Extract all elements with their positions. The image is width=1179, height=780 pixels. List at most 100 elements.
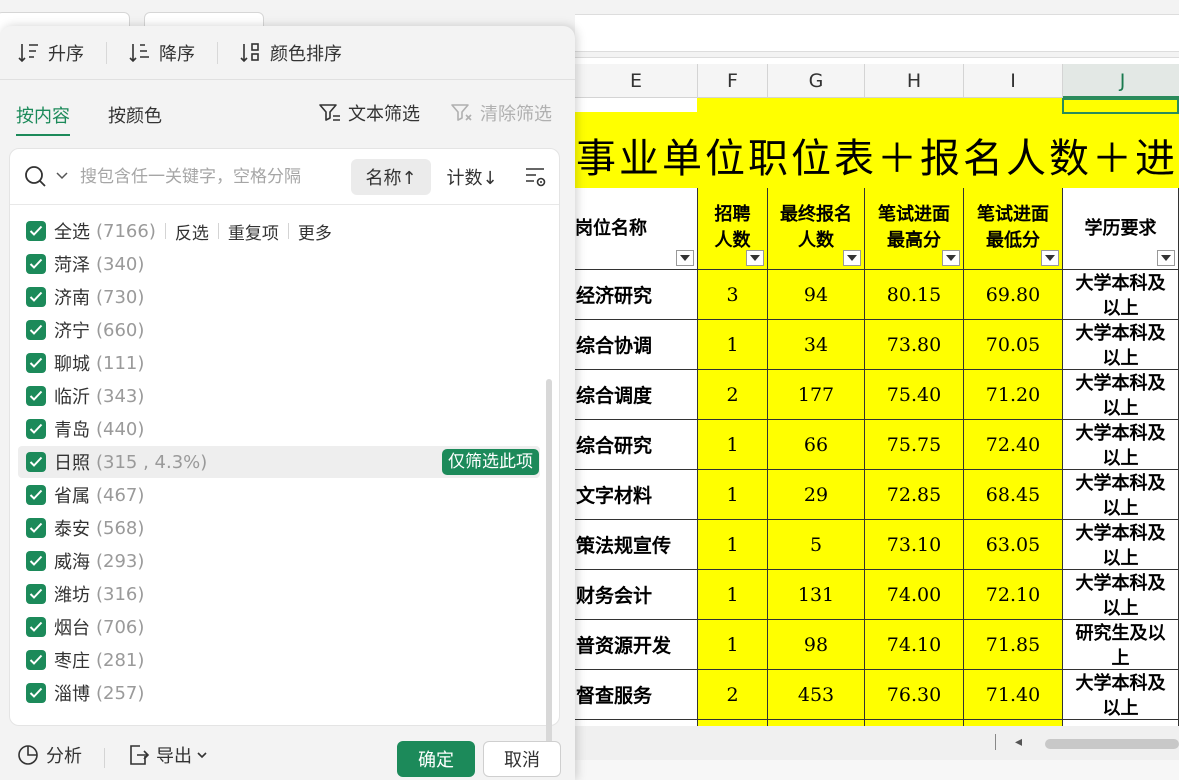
cell-max[interactable]: 75.40 xyxy=(865,370,964,420)
cell-recruit[interactable]: 1 xyxy=(698,420,768,470)
cell-recruit[interactable]: 2 xyxy=(698,370,768,420)
cell-recruit[interactable]: 1 xyxy=(698,520,768,570)
cell-min[interactable]: 71.40 xyxy=(964,670,1063,720)
cell-post-name[interactable]: 综合协调 xyxy=(575,320,698,370)
text-filter-button[interactable]: 文本筛选 xyxy=(318,100,420,126)
filter-item[interactable]: 烟台 (706) xyxy=(18,611,540,643)
checkbox-checked-icon[interactable] xyxy=(26,617,46,637)
selected-cell-j[interactable] xyxy=(1062,98,1179,114)
cell-max[interactable]: 75.75 xyxy=(865,420,964,470)
filter-item[interactable]: 青岛 (440) xyxy=(18,413,540,445)
column-header-g[interactable]: G xyxy=(768,64,865,98)
cell-education[interactable]: 大学本科及 以上 xyxy=(1063,470,1179,520)
header-cell-edu[interactable]: 学历要求 xyxy=(1063,188,1179,270)
checkbox-checked-icon[interactable] xyxy=(26,353,46,373)
cell-max[interactable]: 74.10 xyxy=(865,620,964,670)
checkbox-checked-icon[interactable] xyxy=(26,287,46,307)
list-settings-icon[interactable] xyxy=(524,165,548,189)
cell-min[interactable]: 71.85 xyxy=(964,620,1063,670)
select-all-row[interactable]: 全选 (7166) 反选 重复项 更多 xyxy=(18,215,540,247)
header-cell-recruit[interactable]: 招聘 人数 xyxy=(698,188,768,270)
checkbox-checked-icon[interactable] xyxy=(26,518,46,538)
tab-by-content[interactable]: 按内容 xyxy=(16,102,70,136)
column-header-j[interactable]: J xyxy=(1063,64,1179,98)
cell-min[interactable]: 69.80 xyxy=(964,270,1063,320)
cell-applicants[interactable]: 453 xyxy=(768,670,865,720)
cell-applicants[interactable]: 177 xyxy=(768,370,865,420)
scroll-thumb[interactable] xyxy=(1045,739,1179,749)
checkbox-checked-icon[interactable] xyxy=(26,320,46,340)
cell-min[interactable]: 68.45 xyxy=(964,470,1063,520)
sort-by-count-button[interactable]: 计数↓ xyxy=(438,159,506,195)
cell-recruit[interactable]: 3 xyxy=(698,270,768,320)
cell-applicants[interactable]: 5 xyxy=(768,520,865,570)
cell-education[interactable]: 大学本科及 以上 xyxy=(1063,570,1179,620)
filter-dropdown-icon[interactable] xyxy=(676,250,694,266)
search-icon[interactable] xyxy=(24,165,48,189)
checkbox-checked-icon[interactable] xyxy=(26,650,46,670)
cancel-button[interactable]: 取消 xyxy=(483,741,561,777)
tab-by-color[interactable]: 按颜色 xyxy=(108,102,162,128)
filter-item[interactable]: 淄博 (257) xyxy=(18,677,540,709)
checkbox-checked-icon[interactable] xyxy=(26,386,46,406)
cell-min[interactable]: 70.05 xyxy=(964,320,1063,370)
cell-max[interactable]: 72.85 xyxy=(865,470,964,520)
list-scrollbar[interactable] xyxy=(546,379,552,749)
filter-item[interactable]: 泰安 (568) xyxy=(18,512,540,544)
filter-item[interactable]: 济宁 (660) xyxy=(18,314,540,346)
cell-post-name[interactable]: 经济研究 xyxy=(575,270,698,320)
cell-applicants[interactable]: 29 xyxy=(768,470,865,520)
cell-education[interactable]: 大学本科及 以上 xyxy=(1063,370,1179,420)
cell-min[interactable]: 72.10 xyxy=(964,570,1063,620)
cell-post-name[interactable]: 策法规宣传 xyxy=(575,520,698,570)
filter-dropdown-icon[interactable] xyxy=(942,250,960,266)
cell-education[interactable]: 大学本科及 以上 xyxy=(1063,420,1179,470)
cell-max[interactable]: 73.10 xyxy=(865,520,964,570)
filter-item[interactable]: 济南 (730) xyxy=(18,281,540,313)
cell-post-name[interactable]: 综合调度 xyxy=(575,370,698,420)
cell-education[interactable]: 研究生及以上 xyxy=(1063,620,1179,670)
header-cell-applicants[interactable]: 最终报名 人数 xyxy=(768,188,865,270)
horizontal-scrollbar[interactable]: ◂ xyxy=(575,726,1179,760)
filter-item[interactable]: 临沂 (343) xyxy=(18,380,540,412)
search-input[interactable] xyxy=(80,162,330,192)
more-link[interactable]: 更多 xyxy=(298,219,332,244)
column-header-f[interactable]: F xyxy=(698,64,768,98)
duplicates-link[interactable]: 重复项 xyxy=(228,219,279,244)
column-header-e[interactable]: E xyxy=(575,64,698,98)
sort-by-name-button[interactable]: 名称↑ xyxy=(351,159,431,195)
cell-min[interactable]: 63.05 xyxy=(964,520,1063,570)
cell-max[interactable]: 73.80 xyxy=(865,320,964,370)
cell-post-name[interactable]: 文字材料 xyxy=(575,470,698,520)
checkbox-checked-icon[interactable] xyxy=(26,584,46,604)
cell-applicants[interactable]: 34 xyxy=(768,320,865,370)
cell-education[interactable]: 大学本科及 以上 xyxy=(1063,270,1179,320)
cell-max[interactable]: 74.00 xyxy=(865,570,964,620)
filter-item[interactable]: 潍坊 (316) xyxy=(18,578,540,610)
checkbox-checked-icon[interactable] xyxy=(26,221,46,241)
export-button[interactable]: 导出 xyxy=(126,742,214,768)
cell-applicants[interactable]: 98 xyxy=(768,620,865,670)
filter-item[interactable]: 菏泽 (340) xyxy=(18,248,540,280)
header-cell-min[interactable]: 笔试进面 最低分 xyxy=(964,188,1063,270)
filter-item[interactable]: 枣庄 (281) xyxy=(18,644,540,676)
blank-cell[interactable] xyxy=(575,98,697,112)
checkbox-checked-icon[interactable] xyxy=(26,452,46,472)
cell-education[interactable]: 大学本科及 以上 xyxy=(1063,670,1179,720)
filter-dropdown-icon[interactable] xyxy=(843,250,861,266)
chevron-down-icon[interactable] xyxy=(56,171,68,181)
checkbox-checked-icon[interactable] xyxy=(26,485,46,505)
cell-recruit[interactable]: 1 xyxy=(698,570,768,620)
filter-dropdown-icon[interactable] xyxy=(746,250,764,266)
cell-post-name[interactable]: 综合研究 xyxy=(575,420,698,470)
scroll-left-icon[interactable]: ◂ xyxy=(1015,734,1022,750)
checkbox-checked-icon[interactable] xyxy=(26,683,46,703)
column-header-h[interactable]: H xyxy=(865,64,964,98)
cell-min[interactable]: 72.40 xyxy=(964,420,1063,470)
filter-item[interactable]: 聊城 (111) xyxy=(18,347,540,379)
formula-bar[interactable] xyxy=(575,14,1179,52)
filter-item[interactable]: 日照 (315 , 4.3%) 仅筛选此项 xyxy=(18,446,540,478)
cell-education[interactable]: 大学本科及 以上 xyxy=(1063,520,1179,570)
cell-recruit[interactable]: 1 xyxy=(698,470,768,520)
filter-only-this-button[interactable]: 仅筛选此项 xyxy=(442,449,539,475)
